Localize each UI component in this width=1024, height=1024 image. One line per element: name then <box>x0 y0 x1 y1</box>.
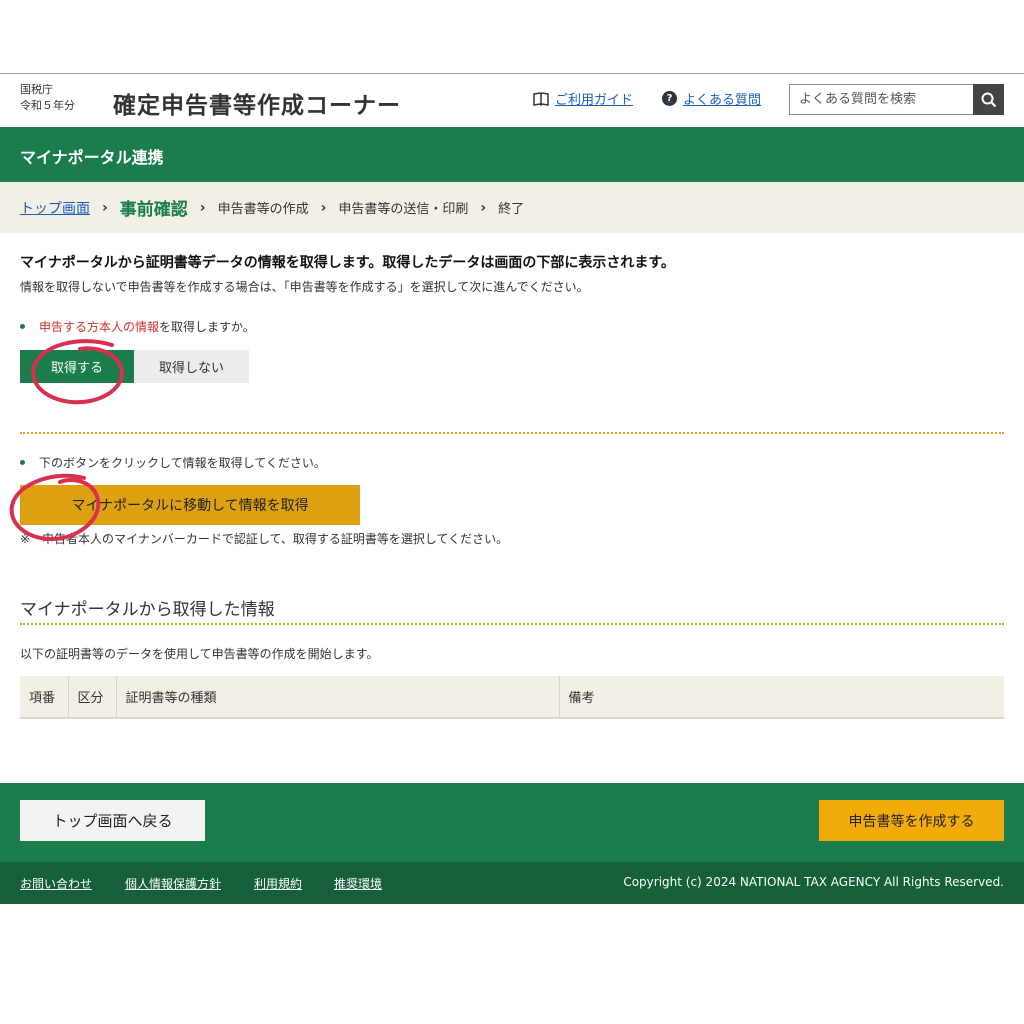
breadcrumb: トップ画面 › 事前確認 › 申告書等の作成 › 申告書等の送信・印刷 › 終了 <box>0 182 1024 233</box>
section-bar: マイナポータル連携 <box>0 127 1024 182</box>
book-icon <box>533 91 549 106</box>
bullet-dot <box>20 324 25 329</box>
acquired-info-heading: マイナポータルから取得した情報 <box>20 600 275 620</box>
site-header: 国税庁 令和５年分 確定申告書等作成コーナー ご利用ガイド ? よくある質問 <box>0 74 1024 127</box>
column-header-certificate-type: 証明書等の種類 <box>116 676 560 719</box>
acquired-info-description: 以下の証明書等のデータを使用して申告書等の作成を開始します。 <box>20 647 379 661</box>
faq-link[interactable]: ? よくある質問 <box>662 89 761 108</box>
mynaportal-redirect-button[interactable]: マイナポータルに移動して情報を取得 <box>20 485 360 525</box>
footer-link-environment[interactable]: 推奨環境 <box>334 875 382 892</box>
agency-label: 国税庁 令和５年分 <box>20 82 75 114</box>
breadcrumb-separator: › <box>102 199 108 216</box>
footer-action-bar: トップ画面へ戻る 申告書等を作成する <box>0 783 1024 862</box>
breadcrumb-step-end: 終了 <box>498 202 525 217</box>
section-divider <box>20 623 1004 625</box>
create-return-button[interactable]: 申告書等を作成する <box>819 800 1004 841</box>
guide-link[interactable]: ご利用ガイド <box>533 89 633 108</box>
footer-links-bar: お問い合わせ 個人情報保護方針 利用規約 推奨環境 Copyright (c) … <box>0 862 1024 904</box>
authentication-note: ※ 申告者本人のマイナンバーカードで認証して、取得する証明書等を選択してください… <box>20 532 509 546</box>
footer-link-contact[interactable]: お問い合わせ <box>20 875 92 892</box>
section-title: マイナポータル連携 <box>20 148 164 167</box>
footer-link-terms[interactable]: 利用規約 <box>254 875 302 892</box>
site-title: 確定申告書等作成コーナー <box>113 93 401 119</box>
question-acquire-info: 申告する方本人の情報 を取得しますか。 <box>20 318 255 335</box>
breadcrumb-separator: › <box>199 199 206 216</box>
search-input[interactable] <box>789 84 974 115</box>
question-highlight: 申告する方本人の情報 <box>39 320 160 334</box>
bullet-dot <box>20 460 25 465</box>
guide-link-label: ご利用ガイド <box>555 93 634 108</box>
instruction-click-button: 下のボタンをクリックして情報を取得してください。 <box>20 454 326 471</box>
footer-link-privacy[interactable]: 個人情報保護方針 <box>125 875 221 892</box>
instruction-text: 下のボタンをクリックして情報を取得してください。 <box>39 456 326 470</box>
question-icon: ? <box>662 91 677 106</box>
copyright-text: Copyright (c) 2024 NATIONAL TAX AGENCY A… <box>623 875 1004 889</box>
intro-description: 情報を取得しないで申告書等を作成する場合は、「申告書等を作成する」を選択して次に… <box>20 280 589 294</box>
acquire-yes-button[interactable]: 取得する <box>20 350 134 383</box>
breadcrumb-top-link[interactable]: トップ画面 <box>20 198 90 218</box>
column-header-category: 区分 <box>68 676 117 719</box>
certificate-table: 項番 区分 証明書等の種類 備考 <box>20 676 1004 719</box>
agency-name: 国税庁 <box>20 83 53 96</box>
search-button[interactable] <box>973 84 1004 115</box>
intro-heading: マイナポータルから証明書等データの情報を取得します。取得したデータは画面の下部に… <box>20 255 675 271</box>
fiscal-year: 令和５年分 <box>20 99 75 112</box>
table-header-row: 項番 区分 証明書等の種類 備考 <box>20 676 1004 719</box>
column-header-number: 項番 <box>20 676 69 719</box>
search-icon <box>981 92 996 107</box>
breadcrumb-step-send: 申告書等の送信・印刷 <box>338 202 469 217</box>
column-header-remarks: 備考 <box>559 676 1004 719</box>
acquire-no-button[interactable]: 取得しない <box>134 350 249 383</box>
breadcrumb-step-create: 申告書等の作成 <box>217 202 309 217</box>
question-text: を取得しますか。 <box>159 320 255 334</box>
breadcrumb-separator: › <box>480 199 487 216</box>
back-to-top-button[interactable]: トップ画面へ戻る <box>20 800 205 841</box>
breadcrumb-separator: › <box>320 199 327 216</box>
breadcrumb-current-step: 事前確認 <box>119 200 188 220</box>
faq-link-label: よくある質問 <box>683 93 762 108</box>
section-divider <box>20 432 1004 434</box>
